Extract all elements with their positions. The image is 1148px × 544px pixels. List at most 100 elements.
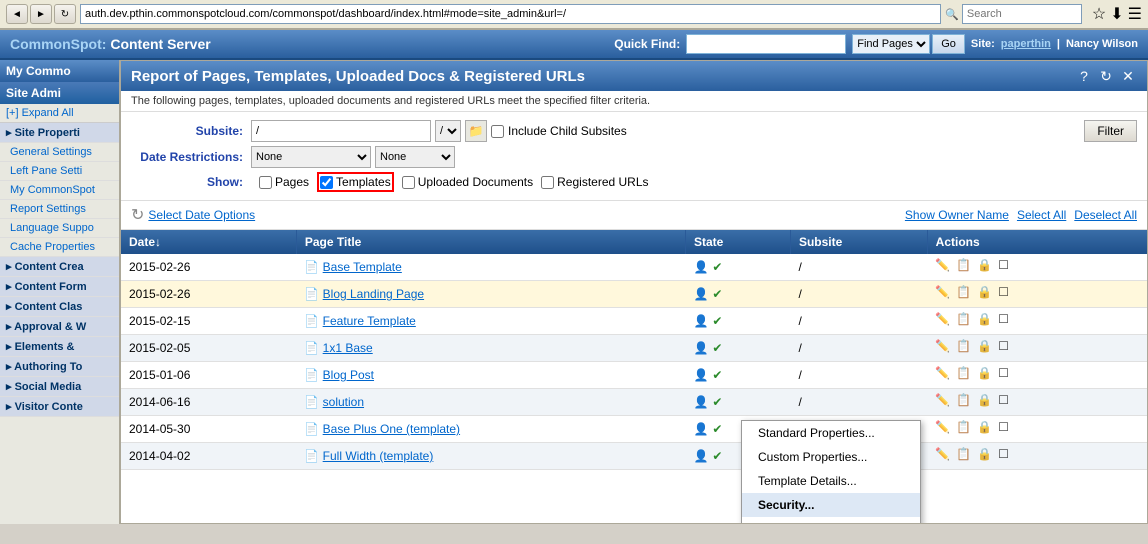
lock-action-icon[interactable]: 🔒 (977, 258, 995, 276)
date-restriction-select2[interactable]: None (375, 146, 455, 168)
subsite-dropdown[interactable]: / (435, 120, 461, 142)
expand-all-link[interactable]: [+] Expand All (0, 104, 119, 123)
page-title-link[interactable]: Base Plus One (template) (323, 422, 460, 436)
sidebar-item-report-settings[interactable]: Report Settings (0, 200, 119, 219)
refresh-button[interactable]: ↻ (54, 4, 76, 24)
sidebar-item-elements[interactable]: ▸ Elements & (0, 337, 119, 357)
back-button[interactable]: ◄ (6, 4, 28, 24)
lock-action-icon[interactable]: 🔒 (977, 285, 995, 303)
context-menu-standard-properties[interactable]: Standard Properties... (742, 421, 920, 445)
date-restriction-select1[interactable]: None (251, 146, 371, 168)
checkbox-action[interactable]: ☐ (998, 339, 1016, 357)
subsite-input[interactable] (251, 120, 431, 142)
bookmark-icon[interactable]: ☆ (1092, 4, 1106, 24)
select-all-link[interactable]: Select All (1017, 208, 1066, 222)
deselect-all-link[interactable]: Deselect All (1074, 208, 1137, 222)
lock-action-icon[interactable]: 🔒 (977, 393, 995, 411)
uploaded-docs-checkbox[interactable] (402, 176, 415, 189)
edit-action-icon[interactable]: ✏️ (935, 420, 953, 438)
help-button[interactable]: ? (1075, 67, 1093, 85)
sidebar-item-content-form[interactable]: ▸ Content Form (0, 277, 119, 297)
dialog-close-button[interactable]: ✕ (1119, 67, 1137, 85)
menu-icon[interactable]: ☰ (1128, 4, 1142, 24)
col-date[interactable]: Date↓ (121, 230, 296, 254)
edit-action-icon[interactable]: ✏️ (935, 393, 953, 411)
dialog-refresh-button[interactable]: ↻ (1097, 67, 1115, 85)
sidebar-item-social[interactable]: ▸ Social Media (0, 377, 119, 397)
page-title-link[interactable]: Base Template (323, 260, 402, 274)
download-icon[interactable]: ⬇ (1110, 4, 1123, 24)
pages-checkbox[interactable] (259, 176, 272, 189)
person-state-icon: 👤 (693, 395, 708, 409)
checkbox-action[interactable]: ☐ (998, 258, 1016, 276)
page-title-link[interactable]: Full Width (template) (323, 449, 434, 463)
sidebar-item-language[interactable]: Language Suppo (0, 219, 119, 238)
separator: | (1057, 38, 1060, 50)
browser-search-input[interactable] (962, 4, 1082, 24)
copy-action-icon[interactable]: 📋 (956, 447, 974, 465)
sidebar-item-visitor[interactable]: ▸ Visitor Conte (0, 397, 119, 417)
registered-urls-checkbox[interactable] (541, 176, 554, 189)
copy-action-icon[interactable]: 📋 (956, 420, 974, 438)
sidebar-item-content-create[interactable]: ▸ Content Crea (0, 257, 119, 277)
sidebar-item-mycs[interactable]: My CommonSpot (0, 181, 119, 200)
edit-action-icon[interactable]: ✏️ (935, 258, 953, 276)
col-page-title[interactable]: Page Title (296, 230, 685, 254)
checkbox-action[interactable]: ☐ (998, 393, 1016, 411)
uploaded-docs-checkbox-item: Uploaded Documents (402, 175, 533, 189)
page-title-link[interactable]: Blog Post (323, 368, 374, 382)
forward-button[interactable]: ► (30, 4, 52, 24)
site-name-link[interactable]: paperthin (1001, 38, 1051, 50)
context-menu-security[interactable]: Security... (742, 493, 920, 517)
filter-button[interactable]: Filter (1084, 120, 1137, 142)
lock-action-icon[interactable]: 🔒 (977, 366, 995, 384)
include-child-checkbox[interactable] (491, 125, 504, 138)
lock-action-icon[interactable]: 🔒 (977, 312, 995, 330)
context-menu-custom-properties[interactable]: Custom Properties... (742, 445, 920, 469)
go-button[interactable]: Go (932, 34, 965, 54)
copy-action-icon[interactable]: 📋 (956, 312, 974, 330)
copy-action-icon[interactable]: 📋 (956, 366, 974, 384)
subsite-browse-button[interactable]: 📁 (465, 120, 487, 142)
lock-action-icon[interactable]: 🔒 (977, 420, 995, 438)
sidebar-item-approval[interactable]: ▸ Approval & W (0, 317, 119, 337)
date-cell: 2015-02-15 (121, 308, 296, 335)
page-title-link[interactable]: Blog Landing Page (323, 287, 424, 301)
select-date-link[interactable]: Select Date Options (148, 208, 255, 222)
lock-action-icon[interactable]: 🔒 (977, 447, 995, 465)
show-owner-link[interactable]: Show Owner Name (905, 208, 1009, 222)
sidebar-item-left-pane[interactable]: Left Pane Setti (0, 162, 119, 181)
sidebar-item-site-properties[interactable]: ▸ Site Properti (0, 123, 119, 143)
copy-action-icon[interactable]: 📋 (956, 285, 974, 303)
edit-action-icon[interactable]: ✏️ (935, 366, 953, 384)
copy-action-icon[interactable]: 📋 (956, 339, 974, 357)
copy-action-icon[interactable]: 📋 (956, 393, 974, 411)
checkbox-action[interactable]: ☐ (998, 312, 1016, 330)
copy-action-icon[interactable]: 📋 (956, 258, 974, 276)
sidebar-item-authoring[interactable]: ▸ Authoring To (0, 357, 119, 377)
context-menu-template-details[interactable]: Template Details... (742, 469, 920, 493)
page-title-link[interactable]: solution (323, 395, 364, 409)
sidebar-item-cache[interactable]: Cache Properties (0, 238, 119, 257)
checkbox-action[interactable]: ☐ (998, 447, 1016, 465)
check-state-icon: ✔ (712, 314, 722, 328)
sidebar-item-general-settings[interactable]: General Settings (0, 143, 119, 162)
edit-action-icon[interactable]: ✏️ (935, 285, 953, 303)
checkbox-action[interactable]: ☐ (998, 420, 1016, 438)
sidebar-item-content-class[interactable]: ▸ Content Clas (0, 297, 119, 317)
page-icon-cell: 📄 Blog Post (296, 362, 685, 389)
find-pages-select[interactable]: Find Pages (852, 34, 930, 54)
page-title-link[interactable]: Feature Template (323, 314, 416, 328)
url-bar[interactable] (80, 4, 941, 24)
edit-action-icon[interactable]: ✏️ (935, 312, 953, 330)
checkbox-action[interactable]: ☐ (998, 366, 1016, 384)
checkbox-action[interactable]: ☐ (998, 285, 1016, 303)
lock-action-icon[interactable]: 🔒 (977, 339, 995, 357)
context-menu-inheritance-security[interactable]: Inheritance Security... (742, 517, 920, 523)
edit-action-icon[interactable]: ✏️ (935, 339, 953, 357)
templates-checkbox[interactable] (320, 176, 333, 189)
date-cell: 2015-02-26 (121, 281, 296, 308)
edit-action-icon[interactable]: ✏️ (935, 447, 953, 465)
page-title-link[interactable]: 1x1 Base (323, 341, 373, 355)
quick-find-input[interactable] (686, 34, 846, 54)
